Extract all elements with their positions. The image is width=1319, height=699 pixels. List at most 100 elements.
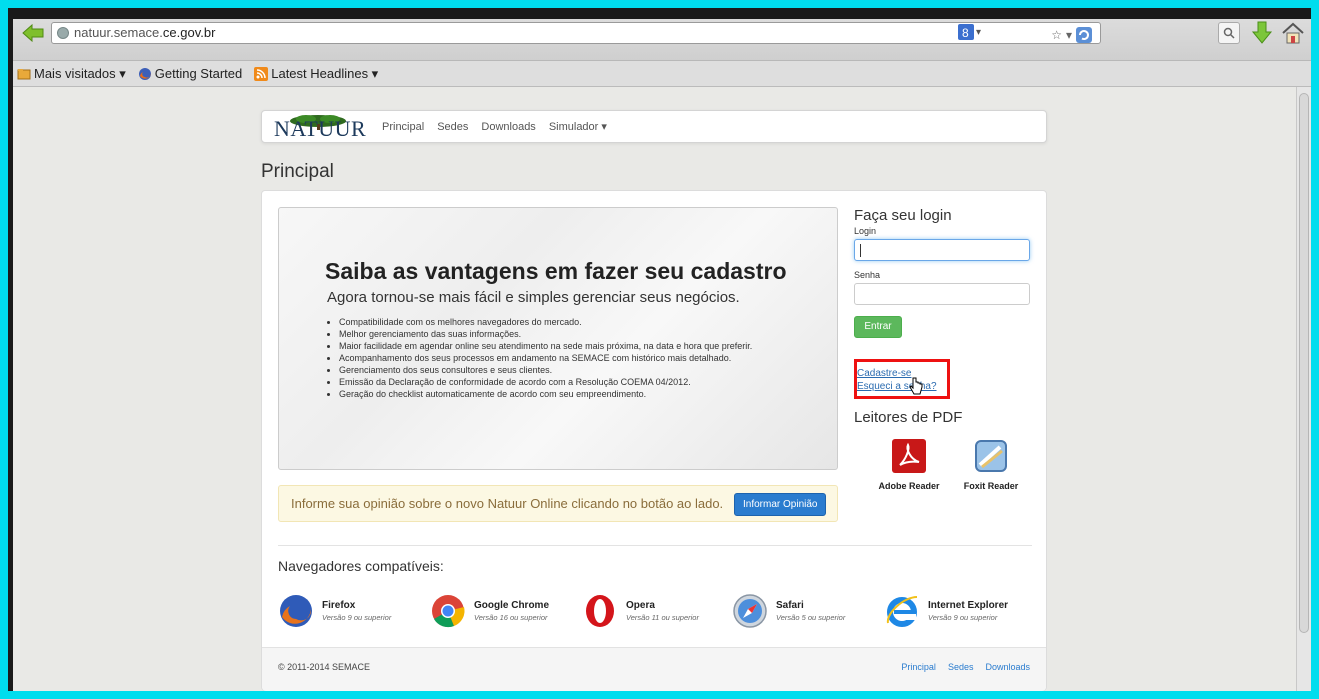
browser-firefox[interactable]: Firefox Versão 9 ou superior (278, 591, 391, 631)
hero-banner: Saiba as vantagens em fazer seu cadastro… (278, 207, 838, 470)
back-button[interactable] (21, 22, 45, 44)
bookmark-most-visited[interactable]: Mais visitados ▾ (17, 66, 126, 82)
pointer-cursor-icon (909, 377, 923, 395)
login-input[interactable] (854, 239, 1030, 261)
svg-text:8: 8 (962, 26, 969, 40)
footer-link-principal[interactable]: Principal (901, 662, 936, 672)
firefox-icon (280, 595, 312, 627)
nav-link-principal[interactable]: Principal (382, 121, 424, 133)
footer-links: Principal Sedes Downloads (901, 662, 1030, 672)
footer-link-downloads[interactable]: Downloads (985, 662, 1030, 672)
browser-version: Versão 16 ou superior (474, 613, 548, 622)
benefit-item: Maior facilidade em agendar online seu a… (339, 340, 752, 352)
downloads-button[interactable] (1251, 21, 1273, 45)
browser-version: Versão 11 ou superior (626, 613, 699, 622)
bookmarks-bar: Mais visitados ▾ Getting Started Latest … (13, 61, 1311, 87)
browsers-title: Navegadores compatíveis: (278, 558, 444, 574)
site-identity-icon (57, 27, 69, 39)
nav-link-downloads[interactable]: Downloads (481, 121, 535, 133)
login-label: Login (854, 226, 877, 236)
foxit-reader-icon (975, 440, 1007, 472)
chrome-icon (432, 595, 465, 628)
entrar-button[interactable]: Entrar (854, 316, 902, 338)
safari-icon (733, 594, 767, 628)
rss-icon (254, 66, 269, 81)
hero-subtitle: Agora tornou-se mais fácil e simples ger… (327, 289, 740, 306)
benefits-list: Compatibilidade com os melhores navegado… (339, 316, 752, 400)
vertical-scrollbar[interactable] (1296, 87, 1311, 691)
nav-link-simulador[interactable]: Simulador ▾ (549, 120, 607, 133)
logo-text: NATUUR (274, 116, 367, 141)
internet-explorer-icon (886, 596, 918, 627)
benefit-item: Acompanhamento dos seus processos em and… (339, 352, 752, 364)
foxit-reader-link[interactable]: Foxit Reader (952, 439, 1030, 491)
page-viewport: NATUUR Principal Sedes Downloads Simulad… (13, 87, 1296, 691)
senha-label: Senha (854, 270, 881, 280)
benefit-item: Melhor gerenciamento das suas informaçõe… (339, 328, 752, 340)
browser-name: Google Chrome (474, 600, 550, 611)
site-navbar: NATUUR Principal Sedes Downloads Simulad… (261, 110, 1047, 143)
browser-name: Firefox (322, 600, 356, 611)
login-title: Faça seu login (854, 207, 952, 224)
browser-version: Versão 5 ou superior (776, 613, 846, 622)
benefit-item: Gerenciamento dos seus consultores e seu… (339, 364, 752, 376)
adobe-reader-link[interactable]: Adobe Reader (870, 439, 948, 491)
download-arrow-icon (1251, 21, 1273, 44)
reload-icon[interactable] (1076, 27, 1092, 43)
folder-icon (17, 68, 31, 79)
url-bar-icons: ☆ ▾ (1051, 25, 1092, 45)
browser-version: Versão 9 ou superior (322, 613, 392, 622)
bookmark-label: Latest Headlines ▾ (271, 65, 379, 81)
feedback-text: Informe sua opinião sobre o novo Natuur … (291, 496, 724, 511)
url-prefix: natuur.semace. (74, 25, 163, 40)
bookmark-label: Mais visitados ▾ (34, 65, 126, 81)
bookmark-latest-headlines[interactable]: Latest Headlines ▾ (254, 66, 378, 82)
browser-name: Safari (776, 600, 804, 611)
site-logo[interactable]: NATUUR (274, 114, 369, 142)
chevron-down-icon: ▾ (976, 26, 982, 38)
browser-opera[interactable]: Opera Versão 11 ou superior (582, 591, 699, 631)
browser-internet-explorer[interactable]: Internet Explorer Versão 9 ou superior (884, 591, 1008, 631)
main-nav: Principal Sedes Downloads Simulador ▾ (382, 111, 607, 142)
browser-chrome[interactable]: Google Chrome Versão 16 ou superior (430, 591, 549, 631)
home-button[interactable] (1281, 21, 1305, 45)
forgot-password-link[interactable]: Esqueci a senha? (857, 381, 937, 392)
page-title: Principal (261, 161, 334, 182)
senha-input[interactable] (854, 283, 1030, 305)
nav-link-sedes[interactable]: Sedes (437, 121, 468, 133)
feedback-button[interactable]: Informar Opinião (734, 493, 827, 516)
adobe-reader-label: Adobe Reader (878, 481, 940, 491)
firefox-icon (138, 67, 151, 80)
text-caret (860, 244, 861, 257)
back-arrow-icon (22, 24, 44, 42)
search-engine-selector[interactable]: 8 ▾ (958, 24, 981, 40)
adobe-reader-icon (892, 439, 926, 473)
search-button[interactable] (1218, 22, 1240, 44)
browser-safari[interactable]: Safari Versão 5 ou superior (732, 591, 845, 631)
page-footer: © 2011-2014 SEMACE Principal Sedes Downl… (262, 647, 1046, 691)
dropdown-icon[interactable]: ▾ (1066, 25, 1072, 45)
browser-window: natuur.semace.ce.gov.br ☆ ▾ 8 ▾ Mais vis… (13, 19, 1311, 691)
home-icon (1282, 22, 1304, 44)
opera-icon (586, 595, 614, 627)
highlight-box (854, 359, 950, 399)
benefit-item: Emissão da Declaração de conformidade de… (339, 376, 752, 388)
footer-link-sedes[interactable]: Sedes (948, 662, 974, 672)
browser-version: Versão 9 ou superior (928, 613, 998, 622)
section-divider (278, 545, 1032, 546)
copyright-text: © 2011-2014 SEMACE (278, 662, 371, 672)
browser-toolbar: natuur.semace.ce.gov.br ☆ ▾ 8 ▾ (13, 19, 1311, 61)
url-bar[interactable]: natuur.semace.ce.gov.br ☆ ▾ (51, 22, 1101, 44)
foxit-reader-label: Foxit Reader (963, 481, 1019, 491)
pdf-readers-title: Leitores de PDF (854, 409, 963, 426)
feedback-alert: Informe sua opinião sobre o novo Natuur … (278, 485, 838, 522)
magnifier-icon (1223, 27, 1235, 39)
hero-title: Saiba as vantagens em fazer seu cadastro (325, 258, 787, 284)
bookmark-getting-started[interactable]: Getting Started (138, 66, 242, 81)
star-icon[interactable]: ☆ (1051, 25, 1062, 45)
login-form: Faça seu login Login Senha Entrar Cadast… (854, 207, 1034, 399)
benefit-item: Geração do checklist automaticamente de … (339, 388, 752, 400)
scrollbar-thumb[interactable] (1299, 93, 1309, 633)
register-link[interactable]: Cadastre-se (857, 368, 911, 379)
content-card: Saiba as vantagens em fazer seu cadastro… (261, 190, 1047, 691)
